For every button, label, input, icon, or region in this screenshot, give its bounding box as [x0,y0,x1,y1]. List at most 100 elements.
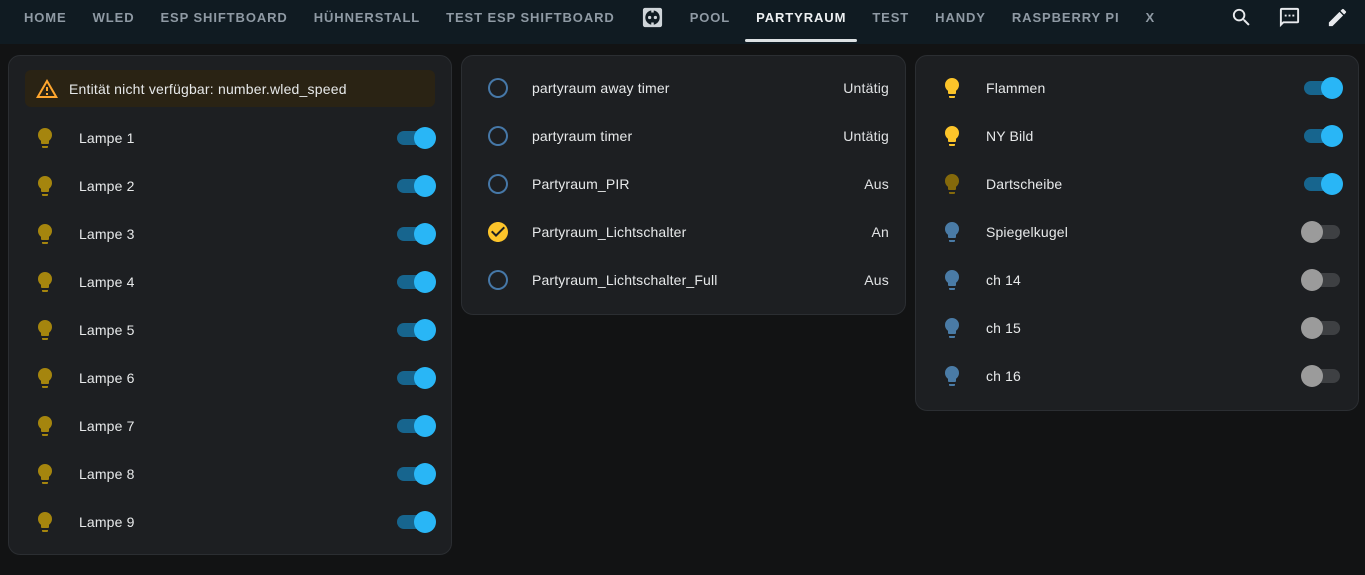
light-row-ch-15[interactable]: ch 15 [916,304,1358,352]
entity-name: ch 16 [986,368,1021,384]
magnify-icon [1230,6,1253,29]
lightbulb-icon[interactable] [932,316,972,340]
tab-raspberry-pi[interactable]: RASPBERRY PI [999,0,1133,44]
lightbulb-icon[interactable] [25,270,65,294]
entity-rows: Lampe 1 Lampe 2 Lampe 3 Lampe 4 Lampe 5 Lampe… [9,114,451,554]
circle-outline-icon[interactable] [478,124,518,148]
light-row-lampe-3[interactable]: Lampe 3 [9,210,451,258]
dashboard-view: Entität nicht verfügbar: number.wled_spe… [0,44,1365,555]
entity-name: ch 15 [986,320,1021,336]
entity-name: Partyraum_Lichtschalter [532,224,687,240]
assist-button[interactable] [1265,0,1313,44]
entity-name: NY Bild [986,128,1034,144]
lightbulb-icon[interactable] [25,126,65,150]
lightbulb-icon[interactable] [25,414,65,438]
toggle-switch[interactable] [1301,269,1342,291]
entity-state: Aus [864,176,889,192]
toggle-switch[interactable] [395,463,436,485]
light-row-ch-14[interactable]: ch 14 [916,256,1358,304]
toggle-switch[interactable] [395,319,436,341]
light-row-ch-16[interactable]: ch 16 [916,352,1358,400]
sensor-row-partyraum-lichtschalter[interactable]: Partyraum_Lichtschalter An [462,208,905,256]
light-row-spiegelkugel[interactable]: Spiegelkugel [916,208,1358,256]
edit-button[interactable] [1313,0,1361,44]
entity-state: Aus [864,272,889,288]
light-row-lampe-8[interactable]: Lampe 8 [9,450,451,498]
entity-name: Lampe 2 [79,178,135,194]
lightbulb-icon[interactable] [25,318,65,342]
sensor-row-partyraum-pir[interactable]: Partyraum_PIR Aus [462,160,905,208]
lightbulb-icon[interactable] [25,510,65,534]
sensor-row-partyraum-away-timer[interactable]: partyraum away timer Untätig [462,64,905,112]
lightbulb-icon[interactable] [932,268,972,292]
search-button[interactable] [1217,0,1265,44]
toggle-switch[interactable] [1301,221,1342,243]
toggle-switch[interactable] [395,223,436,245]
toggle-switch[interactable] [1302,173,1343,195]
entity-name: partyraum timer [532,128,633,144]
light-row-lampe-6[interactable]: Lampe 6 [9,354,451,402]
pencil-icon [1326,6,1349,29]
tab-partyraum[interactable]: PARTYRAUM [743,0,859,44]
light-row-lampe-4[interactable]: Lampe 4 [9,258,451,306]
toggle-switch[interactable] [395,271,436,293]
lights-card-lampen: Entität nicht verfügbar: number.wled_spe… [8,55,452,555]
header-actions [1217,0,1365,44]
light-row-lampe-7[interactable]: Lampe 7 [9,402,451,450]
check-circle-icon[interactable] [478,220,518,244]
entity-name: partyraum away timer [532,80,670,96]
circle-outline-icon[interactable] [478,76,518,100]
tab-pool[interactable]: POOL [677,0,743,44]
toggle-switch[interactable] [1301,365,1342,387]
lightbulb-icon[interactable] [25,174,65,198]
tab-esp-shiftboard[interactable]: ESP SHIFTBOARD [147,0,300,44]
entity-name: Partyraum_PIR [532,176,630,192]
sensor-row-partyraum-timer[interactable]: partyraum timer Untätig [462,112,905,160]
light-row-lampe-5[interactable]: Lampe 5 [9,306,451,354]
circle-outline-icon[interactable] [478,172,518,196]
light-row-lampe-2[interactable]: Lampe 2 [9,162,451,210]
entity-name: Lampe 4 [79,274,135,290]
toggle-switch[interactable] [1301,317,1342,339]
toggle-switch[interactable] [395,511,436,533]
tab-test-esp-shiftboard[interactable]: TEST ESP SHIFTBOARD [433,0,628,44]
lightbulb-icon[interactable] [932,220,972,244]
circle-outline-icon[interactable] [478,268,518,292]
tab-x[interactable]: X [1133,0,1169,44]
light-row-dartscheibe[interactable]: Dartscheibe [916,160,1358,208]
toggle-switch[interactable] [395,175,436,197]
tab-handy[interactable]: HANDY [922,0,999,44]
tab-power-socket[interactable] [628,0,677,44]
tab-bar: HOME WLED ESP SHIFTBOARD HÜHNERSTALL TEST ES… [11,0,1168,44]
light-row-flammen[interactable]: Flammen [916,64,1358,112]
entity-name: Lampe 6 [79,370,135,386]
lightbulb-icon[interactable] [932,124,972,148]
lightbulb-icon[interactable] [25,222,65,246]
lightbulb-icon[interactable] [932,76,972,100]
tab-home[interactable]: HOME [11,0,80,44]
toggle-switch[interactable] [395,367,436,389]
entity-unavailable-warning: Entität nicht verfügbar: number.wled_spe… [25,70,435,107]
light-row-lampe-1[interactable]: Lampe 1 [9,114,451,162]
toggle-switch[interactable] [1302,125,1343,147]
entity-name: Lampe 8 [79,466,135,482]
toggle-switch[interactable] [395,127,436,149]
lightbulb-icon[interactable] [25,462,65,486]
tab-test[interactable]: TEST [859,0,922,44]
message-icon [1278,6,1301,29]
entity-name: Lampe 1 [79,130,135,146]
power-socket-icon [641,6,664,29]
sensor-row-partyraum-lichtschalter-full[interactable]: Partyraum_Lichtschalter_Full Aus [462,256,905,304]
lightbulb-icon[interactable] [25,366,65,390]
toggle-switch[interactable] [1302,77,1343,99]
tab-h-hnerstall[interactable]: HÜHNERSTALL [301,0,433,44]
entity-name: Lampe 3 [79,226,135,242]
tab-wled[interactable]: WLED [80,0,148,44]
lightbulb-icon[interactable] [932,364,972,388]
toggle-switch[interactable] [395,415,436,437]
lightbulb-icon[interactable] [932,172,972,196]
entity-name: Lampe 9 [79,514,135,530]
light-row-lampe-9[interactable]: Lampe 9 [9,498,451,546]
entity-name: Flammen [986,80,1046,96]
light-row-ny-bild[interactable]: NY Bild [916,112,1358,160]
